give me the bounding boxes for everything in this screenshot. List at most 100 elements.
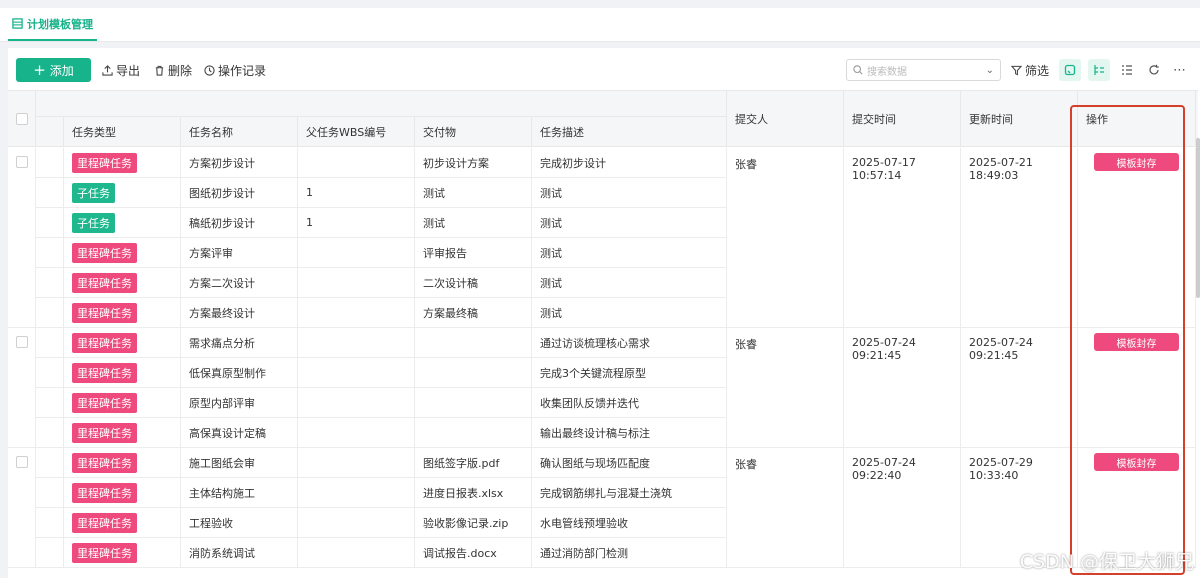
chevron-down-icon: ⌄ — [985, 64, 994, 76]
cell-type: 里程碑任务 — [64, 388, 181, 418]
list-view-button[interactable] — [1116, 59, 1138, 81]
cell-wbs — [298, 508, 415, 538]
tab-plan-template[interactable]: 计划模板管理 — [8, 8, 97, 41]
cell-deliverable: 方案最终稿 — [415, 298, 532, 328]
header-description[interactable]: 任务描述 — [532, 117, 727, 147]
export-label: 导出 — [116, 63, 141, 78]
milestone-tag: 里程碑任务 — [72, 482, 137, 503]
search-placeholder: 搜索数据 — [867, 66, 907, 78]
select-all-checkbox[interactable] — [16, 113, 28, 125]
header-parent-wbs[interactable]: 父任务WBS编号 — [298, 117, 415, 147]
toolbar: + 添加 导出 删除 操作记录 搜索数据 ⌄ 筛选 ⋯ — [8, 48, 1200, 90]
cell-desc: 完成3个关键流程原型 — [532, 358, 727, 388]
add-button[interactable]: + 添加 — [16, 58, 91, 82]
row-checkbox[interactable] — [16, 156, 28, 168]
cell-submit-time: 2025-07-24 09:22:40 — [844, 448, 961, 568]
cell-deliverable: 调试报告.docx — [415, 538, 532, 568]
row-expand-cell — [36, 358, 64, 388]
header-submitter[interactable]: 提交人 — [727, 91, 844, 147]
export-button[interactable]: 导出 — [102, 58, 140, 82]
row-expand-cell — [36, 238, 64, 268]
cell-desc: 测试 — [532, 268, 727, 298]
cell-wbs — [298, 148, 415, 178]
tree-icon — [1094, 65, 1104, 75]
cell-deliverable — [415, 358, 532, 388]
header-select-all[interactable] — [8, 91, 36, 147]
plus-icon: + — [33, 60, 46, 79]
cell-submit-time: 2025-07-24 09:21:45 — [844, 328, 961, 448]
delete-button[interactable]: 删除 — [154, 58, 192, 82]
cell-submitter: 张睿 — [727, 448, 844, 568]
tree-view-button[interactable] — [1088, 59, 1110, 81]
search-box[interactable]: 搜索数据 ⌄ — [846, 59, 1001, 81]
row-expand-cell — [36, 298, 64, 328]
row-select-cell — [8, 448, 36, 568]
search-icon — [853, 65, 863, 75]
cell-desc: 测试 — [532, 178, 727, 208]
header-update-time[interactable]: 更新时间 — [961, 91, 1078, 147]
row-expand-cell — [36, 148, 64, 178]
row-expand-cell — [36, 268, 64, 298]
cell-wbs — [298, 238, 415, 268]
more-icon[interactable]: ⋯ — [1169, 59, 1191, 81]
cell-name: 低保真原型制作 — [181, 358, 298, 388]
cell-name: 需求痛点分析 — [181, 328, 298, 358]
cell-wbs — [298, 328, 415, 358]
row-expand-cell — [36, 538, 64, 568]
milestone-tag: 里程碑任务 — [72, 392, 137, 413]
header-task-name[interactable]: 任务名称 — [181, 117, 298, 147]
cell-name: 图纸初步设计 — [181, 178, 298, 208]
cell-desc: 完成初步设计 — [532, 148, 727, 178]
add-button-label: 添加 — [49, 63, 74, 78]
cell-deliverable: 二次设计稿 — [415, 268, 532, 298]
cell-name: 方案最终设计 — [181, 298, 298, 328]
cell-wbs — [298, 418, 415, 448]
milestone-tag: 里程碑任务 — [72, 272, 137, 293]
cell-wbs: 1 — [298, 208, 415, 238]
filter-icon — [1011, 65, 1022, 75]
archive-template-button[interactable]: 模板封存 — [1094, 333, 1179, 351]
cell-desc: 测试 — [532, 238, 727, 268]
cell-desc: 测试 — [532, 208, 727, 238]
cell-name: 施工图纸会审 — [181, 448, 298, 478]
cell-type: 里程碑任务 — [64, 478, 181, 508]
cell-type: 子任务 — [64, 178, 181, 208]
cell-desc: 测试 — [532, 298, 727, 328]
row-expand-cell — [36, 418, 64, 448]
vertical-scrollbar[interactable] — [1196, 138, 1200, 298]
milestone-tag: 里程碑任务 — [72, 452, 137, 473]
archive-template-button[interactable]: 模板封存 — [1094, 453, 1179, 471]
row-expand-cell — [36, 208, 64, 238]
cell-desc: 输出最终设计稿与标注 — [532, 418, 727, 448]
note-view-button[interactable] — [1059, 59, 1081, 81]
cell-deliverable: 评审报告 — [415, 238, 532, 268]
cell-deliverable — [415, 418, 532, 448]
cell-desc: 通过访谈梳理核心需求 — [532, 328, 727, 358]
cell-type: 里程碑任务 — [64, 448, 181, 478]
clock-icon — [204, 64, 215, 76]
header-expand — [36, 117, 64, 147]
cell-deliverable: 测试 — [415, 178, 532, 208]
table-icon — [12, 18, 23, 29]
header-task-type[interactable]: 任务类型 — [64, 117, 181, 147]
header-deliverable[interactable]: 交付物 — [415, 117, 532, 147]
cell-update-time: 2025-07-21 18:49:03 — [961, 148, 1078, 328]
filter-button[interactable]: 筛选 — [1011, 58, 1049, 82]
row-checkbox[interactable] — [16, 456, 28, 468]
refresh-button[interactable] — [1143, 59, 1165, 81]
cell-name: 消防系统调试 — [181, 538, 298, 568]
cell-action: 模板封存 — [1078, 328, 1196, 448]
operation-log-button[interactable]: 操作记录 — [204, 58, 266, 82]
row-expand-cell — [36, 478, 64, 508]
row-checkbox[interactable] — [16, 336, 28, 348]
cell-wbs — [298, 448, 415, 478]
cell-desc: 完成钢筋绑扎与混凝土浇筑 — [532, 478, 727, 508]
header-action: 操作 — [1078, 91, 1196, 147]
row-expand-cell — [36, 328, 64, 358]
milestone-tag: 里程碑任务 — [72, 542, 137, 563]
archive-template-button[interactable]: 模板封存 — [1094, 153, 1179, 171]
milestone-tag: 里程碑任务 — [72, 332, 137, 353]
header-group-band — [36, 91, 727, 117]
row-expand-cell — [36, 178, 64, 208]
header-submit-time[interactable]: 提交时间 — [844, 91, 961, 147]
